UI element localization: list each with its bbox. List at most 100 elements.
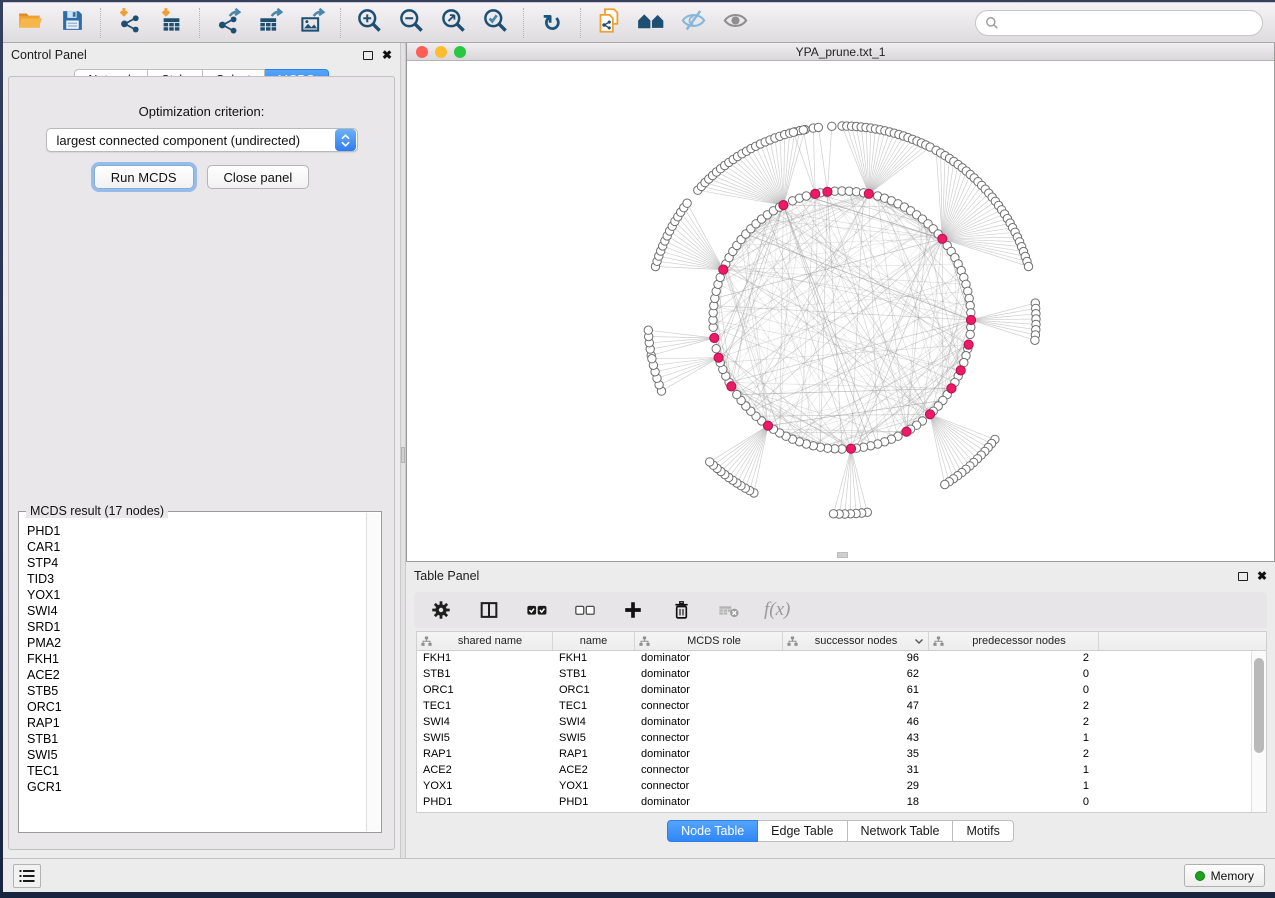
float-panel-icon[interactable]	[1238, 572, 1248, 581]
close-panel-icon[interactable]: ✖	[1257, 571, 1267, 581]
mcds-result-node[interactable]: PMA2	[27, 635, 365, 651]
mcds-result-node[interactable]: SWI5	[27, 747, 365, 763]
table-cell[interactable]: dominator	[635, 683, 783, 699]
table-cell[interactable]: 29	[783, 779, 929, 795]
mcds-result-node[interactable]: SRD1	[27, 619, 365, 635]
mcds-result-node[interactable]: STP4	[27, 555, 365, 571]
table-cell[interactable]: YOX1	[417, 779, 553, 795]
table-cell[interactable]: 1	[929, 779, 1099, 795]
duplicate-network-button[interactable]	[592, 7, 626, 39]
table-cell[interactable]: RAP1	[417, 747, 553, 763]
network-canvas[interactable]	[407, 61, 1274, 561]
table-cell[interactable]: connector	[635, 699, 783, 715]
table-cell[interactable]: SWI4	[553, 715, 635, 731]
export-table-button[interactable]	[253, 7, 287, 39]
table-cell[interactable]: ACE2	[553, 763, 635, 779]
table-cell[interactable]: TEC1	[553, 699, 635, 715]
add-column-icon[interactable]	[620, 597, 646, 623]
select-all-icon[interactable]	[524, 597, 550, 623]
table-cell[interactable]	[1099, 731, 1251, 747]
table-cell[interactable]: 62	[783, 667, 929, 683]
mcds-result-node[interactable]: YOX1	[27, 587, 365, 603]
table-cell[interactable]: STB1	[417, 667, 553, 683]
mcds-result-node[interactable]: FKH1	[27, 651, 365, 667]
mcds-result-node[interactable]: ORC1	[27, 699, 365, 715]
mcds-result-node[interactable]: TID3	[27, 571, 365, 587]
table-cell[interactable]	[1099, 667, 1251, 683]
show-all-button[interactable]	[718, 7, 752, 39]
table-cell[interactable]: connector	[635, 779, 783, 795]
column-header-name[interactable]: name	[553, 632, 635, 650]
table-cell[interactable]: 47	[783, 699, 929, 715]
table-cell[interactable]	[1099, 779, 1251, 795]
table-cell[interactable]	[1099, 651, 1251, 667]
table-cell[interactable]: 43	[783, 731, 929, 747]
table-row[interactable]: YOX1YOX1connector291	[417, 779, 1251, 795]
table-cell[interactable]: 2	[929, 699, 1099, 715]
close-panel-icon[interactable]: ✖	[382, 50, 392, 60]
mcds-result-node[interactable]: STB1	[27, 731, 365, 747]
table-cell[interactable]: 1	[929, 731, 1099, 747]
table-cell[interactable]: SWI4	[417, 715, 553, 731]
table-row[interactable]: TEC1TEC1connector472	[417, 699, 1251, 715]
mcds-result-node[interactable]: PHD1	[27, 523, 365, 539]
mcds-result-node[interactable]: CAR1	[27, 539, 365, 555]
table-cell[interactable]: dominator	[635, 715, 783, 731]
mcds-result-node[interactable]: ACE2	[27, 667, 365, 683]
mcds-result-node[interactable]: SWI4	[27, 603, 365, 619]
table-cell[interactable]: ORC1	[553, 683, 635, 699]
table-cell[interactable]	[1099, 715, 1251, 731]
table-row[interactable]: STB1STB1dominator620	[417, 667, 1251, 683]
tab-network-table[interactable]: Network Table	[848, 820, 954, 842]
table-cell[interactable]: RAP1	[553, 747, 635, 763]
table-cell[interactable]: TEC1	[417, 699, 553, 715]
mcds-result-node[interactable]: RAP1	[27, 715, 365, 731]
table-cell[interactable]: 1	[929, 763, 1099, 779]
mcds-result-list[interactable]: PHD1CAR1STP4TID3YOX1SWI4SRD1PMA2FKH1ACE2…	[20, 515, 365, 831]
refresh-button[interactable]: ↻	[535, 7, 569, 39]
table-cell[interactable]	[1099, 699, 1251, 715]
close-panel-button[interactable]: Close panel	[207, 165, 310, 189]
table-cell[interactable]: 18	[783, 795, 929, 811]
table-scrollbar-thumb[interactable]	[1254, 658, 1264, 753]
export-image-button[interactable]	[295, 7, 329, 39]
column-header-predecessor-nodes[interactable]: predecessor nodes	[929, 632, 1099, 650]
table-cell[interactable]: 0	[929, 795, 1099, 811]
column-header-mcds-role[interactable]: MCDS role	[635, 632, 783, 650]
mcds-result-node[interactable]: GCR1	[27, 779, 365, 795]
sort-chevron-icon[interactable]	[914, 638, 924, 645]
tab-motifs[interactable]: Motifs	[953, 820, 1013, 842]
table-cell[interactable]: 61	[783, 683, 929, 699]
table-row[interactable]: FKH1FKH1dominator962	[417, 651, 1251, 667]
split-view-icon[interactable]	[476, 597, 502, 623]
table-cell[interactable]: FKH1	[553, 651, 635, 667]
table-cell[interactable]: STB1	[553, 667, 635, 683]
table-cell[interactable]: dominator	[635, 795, 783, 811]
table-cell[interactable]: 31	[783, 763, 929, 779]
save-button[interactable]	[55, 7, 89, 39]
table-cell[interactable]: FKH1	[417, 651, 553, 667]
zoom-in-button[interactable]	[352, 7, 386, 39]
table-cell[interactable]	[1099, 763, 1251, 779]
open-button[interactable]	[13, 7, 47, 39]
hide-selected-button[interactable]	[676, 7, 710, 39]
gear-icon[interactable]	[428, 597, 454, 623]
tab-edge-table[interactable]: Edge Table	[758, 820, 847, 842]
zoom-selected-button[interactable]	[478, 7, 512, 39]
table-cell[interactable]	[1099, 747, 1251, 763]
table-cell[interactable]	[1099, 683, 1251, 699]
table-cell[interactable]: ACE2	[417, 763, 553, 779]
import-table-button[interactable]	[154, 7, 188, 39]
table-cell[interactable]: ORC1	[417, 683, 553, 699]
delete-icon[interactable]	[668, 597, 694, 623]
export-network-button[interactable]	[211, 7, 245, 39]
table-cell[interactable]: connector	[635, 731, 783, 747]
network-graph[interactable]	[407, 61, 1274, 561]
table-cell[interactable]: dominator	[635, 651, 783, 667]
table-cell[interactable]: 35	[783, 747, 929, 763]
table-cell[interactable]: 2	[929, 747, 1099, 763]
table-cell[interactable]: 0	[929, 667, 1099, 683]
table-row[interactable]: RAP1RAP1dominator352	[417, 747, 1251, 763]
table-cell[interactable]: dominator	[635, 747, 783, 763]
zoom-out-button[interactable]	[394, 7, 428, 39]
